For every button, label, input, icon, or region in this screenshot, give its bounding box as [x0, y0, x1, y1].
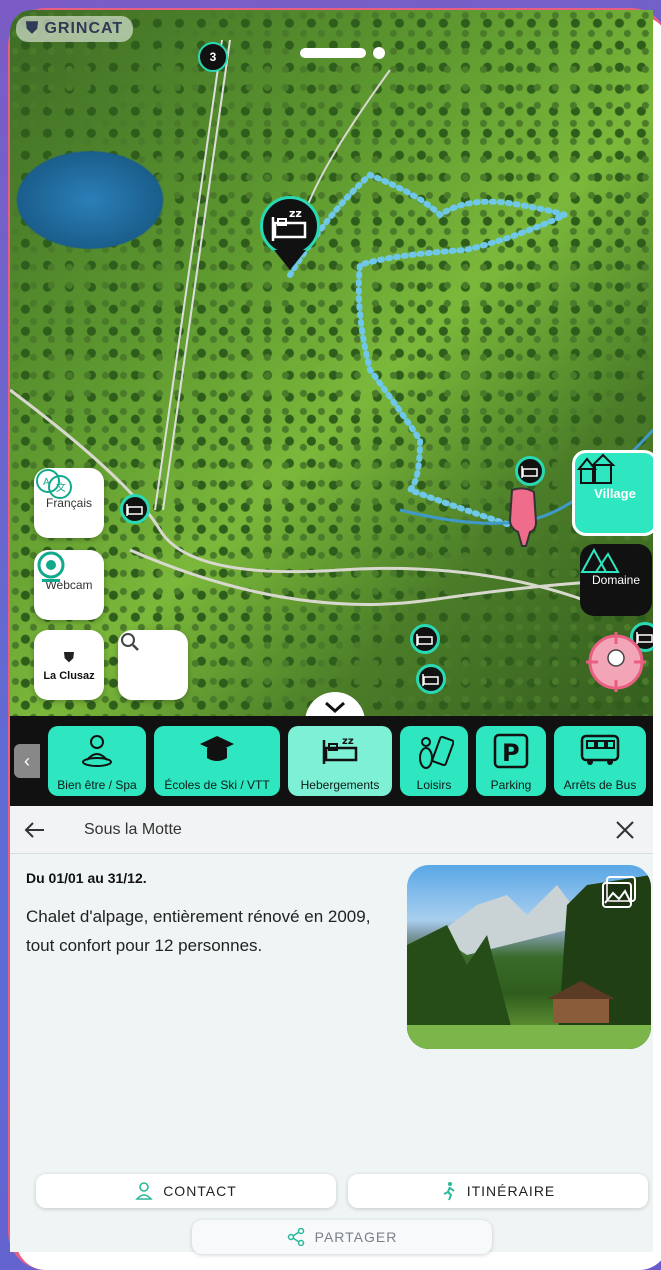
category-label: Arrêts de Bus	[563, 778, 637, 792]
bed-icon	[521, 466, 538, 478]
domaine-label: Domaine	[591, 573, 641, 587]
search-icon	[121, 633, 139, 651]
description: Chalet d'alpage, entièrement rénové en 2…	[26, 907, 371, 955]
category-leisure[interactable]: Loisirs	[400, 726, 468, 796]
mountain-icon	[580, 547, 620, 573]
lodging-pin[interactable]	[120, 494, 150, 524]
category-bar[interactable]: ‹ Bien être / Spa Écoles de Ski / VTT zz…	[10, 716, 653, 806]
category-lodging[interactable]: zz Hebergements	[288, 726, 392, 796]
map-view[interactable]: ⛊ GRINCAT 3 zz A 文 Français Webcam ⛊ La …	[10, 10, 653, 716]
bed-icon: zz	[322, 736, 358, 764]
gallery-icon[interactable]	[601, 875, 639, 909]
category-label: Bien être / Spa	[57, 778, 137, 792]
search-button[interactable]	[118, 630, 188, 700]
domaine-zone-button[interactable]: Domaine	[580, 544, 652, 616]
language-button[interactable]: A 文 Français	[34, 468, 104, 538]
map-overlay	[10, 39, 653, 612]
shield-icon: ⛊	[26, 20, 40, 37]
category-spa[interactable]: Bien être / Spa	[48, 726, 146, 796]
village-zone-button[interactable]: Village	[572, 450, 653, 536]
share-label: PARTAGER	[314, 1229, 398, 1245]
pointer-hand-icon	[508, 487, 538, 547]
translate-icon: A 文	[36, 469, 72, 499]
village-houses-icon	[576, 453, 616, 484]
svg-text:A: A	[43, 477, 50, 488]
itinerary-label: ITINÉRAIRE	[466, 1183, 556, 1199]
scroll-left-button[interactable]: ‹	[14, 744, 40, 778]
brand-logo: ⛊ GRINCAT	[16, 16, 134, 42]
bed-icon	[422, 674, 439, 686]
bed-icon	[416, 634, 433, 646]
selected-lodging-pin[interactable]: zz	[260, 196, 320, 256]
camera-notch	[300, 48, 366, 58]
cable-line	[162, 39, 231, 511]
lodging-photo[interactable]	[407, 865, 651, 1049]
pin-tail	[274, 250, 306, 270]
chevron-down-icon	[325, 701, 345, 714]
contact-button[interactable]: CONTACT	[36, 1174, 336, 1208]
category-label: Loisirs	[416, 778, 452, 792]
parking-icon: P	[493, 733, 529, 769]
cable-line	[154, 39, 223, 511]
walking-person-icon	[443, 1182, 455, 1201]
svg-text:zz: zz	[289, 207, 302, 220]
detail-title: Sous la Motte	[84, 820, 182, 838]
share-icon	[287, 1228, 304, 1246]
category-label: Écoles de Ski / VTT	[164, 778, 270, 792]
village-label: Village	[594, 485, 636, 501]
person-icon	[135, 1182, 153, 1200]
category-parking[interactable]: P Parking	[476, 726, 546, 796]
svg-text:zz: zz	[342, 736, 354, 747]
brand-name: GRINCAT	[44, 20, 124, 37]
lodging-pin[interactable]	[410, 624, 440, 654]
svg-text:文: 文	[56, 481, 66, 494]
cluster-badge[interactable]: 3	[198, 42, 228, 72]
graduation-cap-icon	[200, 736, 234, 761]
close-icon	[616, 820, 634, 839]
cluster-count: 3	[209, 50, 217, 64]
bed-icon	[126, 504, 143, 516]
bowling-ticket-icon	[419, 735, 454, 769]
lodging-pin[interactable]	[515, 456, 545, 486]
detail-body: Du 01/01 au 31/12. Chalet d'alpage, enti…	[10, 854, 653, 1254]
resort-logo-button[interactable]: ⛊ La Clusaz	[34, 630, 104, 700]
back-button[interactable]	[10, 821, 60, 839]
opening-dates: Du 01/01 au 31/12.	[26, 870, 147, 886]
category-label: Parking	[490, 778, 532, 792]
share-button[interactable]: PARTAGER	[192, 1220, 492, 1254]
spa-person-icon	[82, 735, 112, 767]
category-bus-stops[interactable]: Arrêts de Bus	[554, 726, 646, 796]
locate-me-icon[interactable]	[584, 630, 648, 694]
resort-logo-text: La Clusaz	[43, 669, 95, 682]
detail-header: Sous la Motte	[10, 806, 653, 854]
svg-text:P: P	[502, 739, 520, 767]
bed-icon: zz	[271, 207, 307, 241]
close-button[interactable]	[597, 820, 653, 840]
bus-icon	[580, 734, 620, 765]
arrow-left-icon	[24, 821, 44, 838]
camera-dot	[373, 47, 385, 59]
category-label: Hebergements	[300, 778, 380, 792]
shield-icon: ⛊	[63, 648, 75, 665]
webcam-button[interactable]: Webcam	[34, 550, 104, 620]
itinerary-button[interactable]: ITINÉRAIRE	[348, 1174, 648, 1208]
lodging-pin[interactable]	[416, 664, 446, 694]
chevron-left-icon: ‹	[24, 750, 30, 771]
category-ski-schools[interactable]: Écoles de Ski / VTT	[154, 726, 280, 796]
contact-label: CONTACT	[163, 1183, 237, 1199]
webcam-icon	[37, 551, 65, 582]
